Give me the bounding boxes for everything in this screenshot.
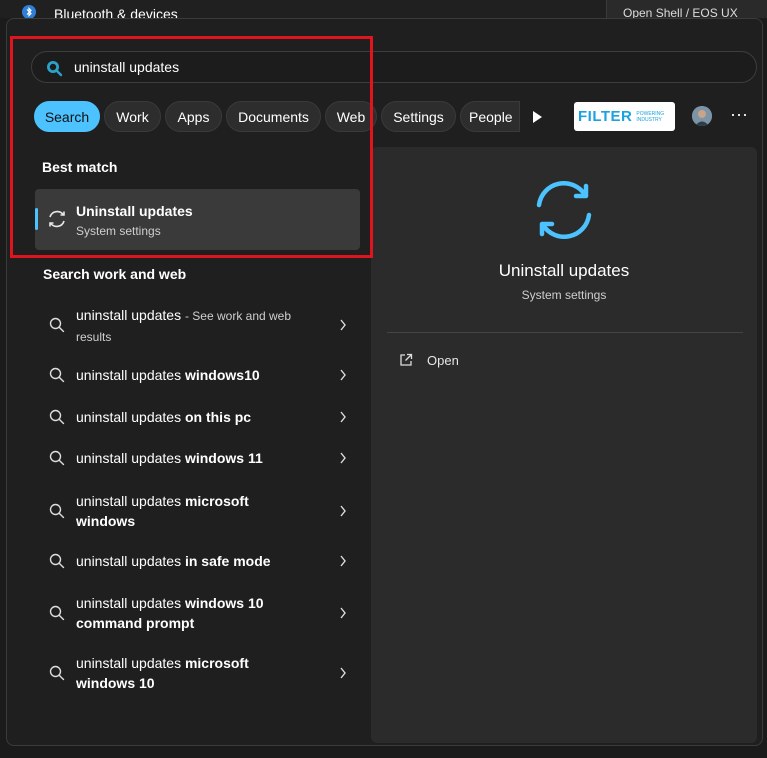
filter-chip-people[interactable]: People xyxy=(460,101,520,132)
open-action-label: Open xyxy=(427,353,459,368)
background-window-right: Open Shell / EOS UX xyxy=(606,0,767,20)
open-external-icon xyxy=(400,353,413,366)
search-icon xyxy=(49,605,65,621)
preview-title: Uninstall updates xyxy=(498,261,630,280)
search-flyout: Search Work Apps Documents Web Settings … xyxy=(6,18,763,746)
search-icon xyxy=(49,665,65,681)
scroll-filters-right-icon[interactable] xyxy=(530,110,544,124)
search-icon xyxy=(49,450,65,466)
list-item[interactable]: uninstall updates on this pc xyxy=(41,407,353,431)
best-match-title: Uninstall updates xyxy=(76,203,193,219)
best-match-subtitle: System settings xyxy=(76,224,161,238)
chevron-right-icon xyxy=(340,667,346,679)
result-query: uninstall updates xyxy=(76,493,182,509)
filter-chip-search[interactable]: Search xyxy=(34,101,100,132)
result-query: uninstall updates xyxy=(76,655,182,671)
list-item[interactable]: uninstall updates microsoft windows xyxy=(41,491,353,535)
user-avatar-icon xyxy=(692,106,712,126)
result-query: uninstall updates xyxy=(76,307,182,323)
chevron-right-icon xyxy=(340,452,346,464)
search-icon xyxy=(49,553,65,569)
chevron-right-icon xyxy=(340,607,346,619)
filter-logo-brand: FILTER xyxy=(578,108,633,125)
list-item[interactable]: uninstall updates windows 10 command pro… xyxy=(41,593,353,637)
search-icon xyxy=(47,61,63,77)
best-match-heading: Best match xyxy=(42,159,118,175)
selection-indicator xyxy=(35,208,38,230)
chevron-right-icon xyxy=(340,411,346,423)
more-options-icon[interactable]: ··· xyxy=(729,105,749,123)
search-box[interactable] xyxy=(31,51,757,83)
filter-chip-web[interactable]: Web xyxy=(325,101,377,132)
filter-chip-settings[interactable]: Settings xyxy=(381,101,456,132)
search-work-web-heading: Search work and web xyxy=(43,266,187,282)
result-suffix: in safe mode xyxy=(184,553,271,569)
result-query: uninstall updates xyxy=(76,595,182,611)
bluetooth-icon xyxy=(22,5,36,19)
preview-pane: Uninstall updates System settings Open xyxy=(371,147,757,743)
list-item[interactable]: uninstall updates microsoft windows 10 xyxy=(41,653,353,697)
search-icon xyxy=(49,409,65,425)
open-action[interactable]: Open xyxy=(393,350,593,372)
search-icon xyxy=(49,367,65,383)
chevron-right-icon xyxy=(340,505,346,517)
search-icon xyxy=(49,317,65,333)
refresh-icon xyxy=(536,180,592,240)
divider xyxy=(387,332,743,333)
list-item[interactable]: uninstall updates windows 11 xyxy=(41,448,353,472)
filter-chip-apps[interactable]: Apps xyxy=(165,101,222,132)
result-query: uninstall updates xyxy=(76,409,182,425)
preview-subtitle: System settings xyxy=(521,288,607,302)
filter-chip-documents[interactable]: Documents xyxy=(226,101,321,132)
result-suffix: on this pc xyxy=(184,409,252,425)
list-item[interactable]: uninstall updates - See work and web res… xyxy=(41,305,353,349)
chevron-right-icon xyxy=(340,555,346,567)
best-match-result[interactable]: Uninstall updates System settings xyxy=(35,189,360,250)
filter-logo-tagline: POWERING INDUSTRY xyxy=(636,110,665,123)
chevron-right-icon xyxy=(340,319,346,331)
filter-chip-work[interactable]: Work xyxy=(104,101,161,132)
chevron-right-icon xyxy=(340,369,346,381)
result-suffix: windows10 xyxy=(184,367,260,383)
result-query: uninstall updates xyxy=(76,450,182,466)
result-suffix: windows 11 xyxy=(184,450,263,466)
list-item[interactable]: uninstall updates in safe mode xyxy=(41,551,353,575)
avatar[interactable] xyxy=(692,106,712,126)
list-item[interactable]: uninstall updates windows10 xyxy=(41,365,353,389)
result-query: uninstall updates xyxy=(76,367,182,383)
refresh-icon xyxy=(49,210,65,228)
result-query: uninstall updates xyxy=(76,553,182,569)
search-icon xyxy=(49,503,65,519)
filter-logo[interactable]: FILTER POWERING INDUSTRY xyxy=(574,102,675,131)
search-input[interactable] xyxy=(74,56,674,78)
